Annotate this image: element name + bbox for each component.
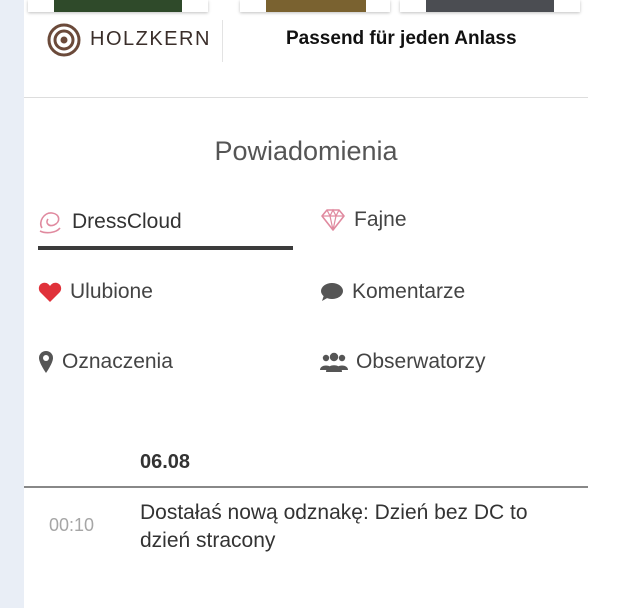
dresscloud-logo-icon bbox=[39, 212, 61, 234]
date-divider bbox=[24, 486, 588, 488]
map-pin-icon bbox=[39, 351, 53, 373]
users-icon bbox=[320, 352, 348, 372]
notification-date-header: 06.08 bbox=[140, 451, 191, 473]
product-thumbnail[interactable] bbox=[240, 0, 390, 12]
filter-label: Komentarze bbox=[352, 280, 466, 303]
notification-message[interactable]: Dostałaś nową odznakę: Dzień bez DC to d… bbox=[140, 499, 570, 555]
filter-label: Ulubione bbox=[70, 280, 153, 303]
filter-fajne[interactable]: Fajne bbox=[320, 208, 407, 232]
ad-divider bbox=[222, 20, 223, 62]
ad-brand: HOLZKERN bbox=[90, 28, 211, 50]
heart-icon bbox=[38, 282, 62, 302]
active-tab-indicator bbox=[38, 246, 293, 250]
speech-bubble-icon bbox=[321, 283, 343, 301]
ad-banner[interactable]: HOLZKERN Passend für jeden Anlass bbox=[24, 16, 588, 66]
filter-ulubione[interactable]: Ulubione bbox=[38, 280, 153, 304]
filter-label: Obserwatorzy bbox=[356, 350, 486, 373]
filter-obserwatorzy[interactable]: Obserwatorzy bbox=[320, 350, 486, 374]
divider bbox=[24, 97, 588, 98]
product-thumbnail[interactable] bbox=[28, 0, 208, 12]
product-image bbox=[266, 0, 366, 12]
holzkern-logo-icon bbox=[47, 23, 81, 57]
product-image bbox=[54, 0, 182, 12]
filter-label: Oznaczenia bbox=[62, 350, 173, 373]
filter-dresscloud[interactable]: DressCloud bbox=[36, 208, 182, 236]
filter-oznaczenia[interactable]: Oznaczenia bbox=[38, 350, 173, 374]
filter-komentarze[interactable]: Komentarze bbox=[320, 280, 465, 304]
diamond-icon bbox=[321, 208, 345, 231]
product-thumbnail[interactable] bbox=[400, 0, 580, 12]
ad-slogan: Passend für jeden Anlass bbox=[286, 28, 517, 49]
page-title: Powiadomienia bbox=[214, 136, 398, 166]
filter-label: Fajne bbox=[354, 208, 407, 231]
notification-time: 00:10 bbox=[49, 515, 95, 535]
product-image bbox=[426, 0, 554, 12]
filter-label: DressCloud bbox=[72, 210, 182, 233]
